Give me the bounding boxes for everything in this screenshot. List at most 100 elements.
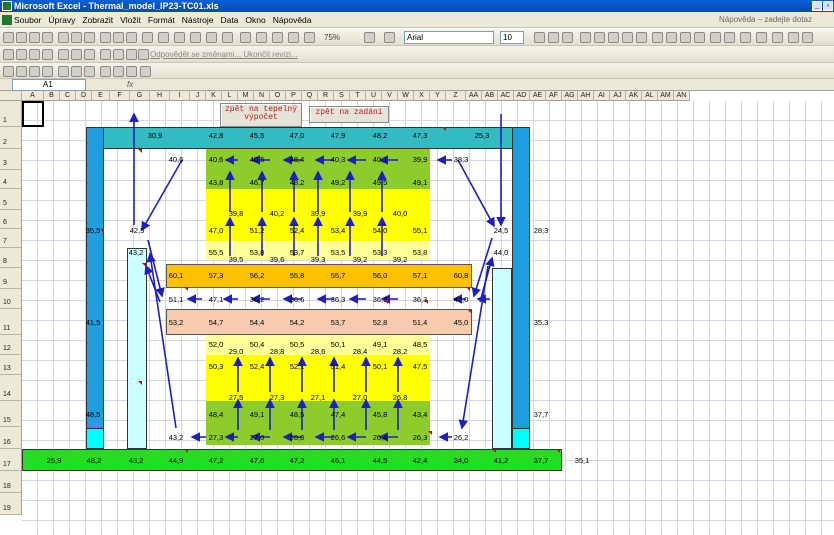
comment-indicator[interactable] — [492, 449, 496, 453]
cell-value[interactable]: 49,1 — [406, 178, 434, 187]
cell-value[interactable]: 26,2 — [447, 433, 475, 442]
cell-value[interactable]: 42,8 — [202, 131, 230, 140]
cell-value[interactable]: 54,0 — [366, 226, 394, 235]
cell-value[interactable]: 27,0 — [243, 433, 271, 442]
cell-value[interactable]: 26,4 — [366, 433, 394, 442]
cell-value[interactable]: 39,2 — [386, 255, 414, 264]
comment-indicator[interactable] — [138, 149, 142, 153]
cell-value[interactable]: 39,8 — [222, 209, 250, 218]
cell-value[interactable]: 26,8 — [283, 433, 311, 442]
cell-value[interactable]: 27,0 — [346, 393, 374, 402]
cell-value[interactable]: 56,2 — [243, 271, 271, 280]
cell-value[interactable]: 28,2 — [386, 347, 414, 356]
cell-value[interactable]: 55,7 — [324, 271, 352, 280]
cell-value[interactable]: 25,9 — [40, 456, 68, 465]
cell-value[interactable]: 42,5 — [123, 226, 151, 235]
cell-value[interactable]: 57,1 — [406, 271, 434, 280]
cell-value[interactable]: 40,1 — [366, 155, 394, 164]
cell-value[interactable]: 38,3 — [447, 155, 475, 164]
cell-value[interactable]: 41,2 — [487, 456, 515, 465]
cell-value[interactable]: 51,4 — [406, 318, 434, 327]
cell-value[interactable]: 40,2 — [263, 209, 291, 218]
cell-value[interactable]: 54,2 — [283, 318, 311, 327]
cell-value[interactable]: 27,3 — [263, 393, 291, 402]
cell-value[interactable]: 35,3 — [527, 318, 555, 327]
cell-value[interactable]: 24,5 — [487, 226, 515, 235]
cell-value[interactable]: 53,2 — [162, 318, 190, 327]
cell-value[interactable]: 43,4 — [406, 410, 434, 419]
cell-value[interactable]: 55,8 — [283, 271, 311, 280]
comment-indicator[interactable] — [468, 310, 472, 314]
comment-indicator[interactable] — [142, 263, 146, 267]
cell-value[interactable]: 60,1 — [162, 271, 190, 280]
cell-value[interactable]: 42,4 — [406, 456, 434, 465]
cell-value[interactable]: 47,3 — [406, 131, 434, 140]
cell-value[interactable]: 39,6 — [263, 255, 291, 264]
cell-value[interactable]: 43,2 — [122, 456, 150, 465]
cell-value[interactable]: 49,1 — [243, 410, 271, 419]
cell-value[interactable]: 51,1 — [162, 295, 190, 304]
comment-indicator[interactable] — [184, 287, 188, 291]
cell-value[interactable]: 29,0 — [222, 347, 250, 356]
cell-value[interactable]: 45,8 — [366, 410, 394, 419]
cell-value[interactable]: 27,3 — [202, 433, 230, 442]
cell-value[interactable]: 30,9 — [141, 131, 169, 140]
cell-value[interactable]: 37,7 — [527, 410, 555, 419]
cell-value[interactable]: 44,5 — [366, 456, 394, 465]
cell-value[interactable]: 34,0 — [447, 456, 475, 465]
cell-value[interactable]: 48,2 — [283, 178, 311, 187]
comment-indicator[interactable] — [384, 300, 388, 304]
cell-value[interactable]: 50,3 — [202, 362, 230, 371]
cell-value[interactable]: 39,9 — [406, 155, 434, 164]
cell-value[interactable]: 47,0 — [202, 226, 230, 235]
cell-value[interactable]: 47,9 — [324, 131, 352, 140]
cell-value[interactable]: 43,8 — [202, 178, 230, 187]
cell-value[interactable]: 48,2 — [366, 131, 394, 140]
cell-value[interactable]: 48,4 — [202, 410, 230, 419]
cell-value[interactable]: 28,3 — [527, 226, 555, 235]
cell-value[interactable]: 47,4 — [324, 410, 352, 419]
cell-value[interactable]: 40,3 — [324, 155, 352, 164]
cell-value[interactable]: 47,2 — [283, 456, 311, 465]
cell-value[interactable]: 44,0 — [487, 248, 515, 257]
cell-value[interactable]: 47,2 — [202, 456, 230, 465]
cell-value[interactable]: 27,5 — [222, 393, 250, 402]
comment-indicator[interactable] — [428, 431, 432, 435]
cell-value[interactable]: 27,1 — [304, 393, 332, 402]
cell-value[interactable]: 57,3 — [202, 271, 230, 280]
cell-value[interactable]: 36,6 — [283, 295, 311, 304]
cell-value[interactable]: 46,1 — [324, 456, 352, 465]
cell-value[interactable]: 25,3 — [468, 131, 496, 140]
comment-indicator[interactable] — [100, 229, 104, 233]
comment-indicator[interactable] — [138, 381, 142, 385]
cell-value[interactable]: 40,6 — [162, 155, 190, 164]
cell-value[interactable]: 48,5 — [283, 410, 311, 419]
cell-value[interactable]: 36,3 — [324, 295, 352, 304]
cell-value[interactable]: 52,8 — [366, 318, 394, 327]
cell-value[interactable]: 56,0 — [366, 271, 394, 280]
cell-value[interactable]: 39,5 — [222, 255, 250, 264]
cell-value[interactable]: 53,7 — [324, 318, 352, 327]
cell-value[interactable]: 50,1 — [366, 362, 394, 371]
cell-value[interactable]: 53,4 — [324, 226, 352, 235]
cell-value[interactable]: 39,3 — [304, 255, 332, 264]
cell-value[interactable]: 28,4 — [346, 347, 374, 356]
cell-value[interactable]: 26,6 — [324, 433, 352, 442]
cell-value[interactable]: 28,6 — [304, 347, 332, 356]
cell-value[interactable]: 55,1 — [406, 226, 434, 235]
cell-value[interactable]: 52,4 — [283, 226, 311, 235]
cell-value[interactable]: 52,4 — [243, 362, 271, 371]
cell-value[interactable]: 43,2 — [122, 248, 150, 257]
cell-value[interactable]: 48,4 — [283, 155, 311, 164]
comment-indicator[interactable] — [184, 449, 188, 453]
cell-value[interactable]: 52,1 — [283, 362, 311, 371]
cell-value[interactable]: 35,1 — [568, 456, 596, 465]
cell-value[interactable]: 26,8 — [386, 393, 414, 402]
cell-value[interactable]: 51,2 — [243, 226, 271, 235]
comment-indicator[interactable] — [424, 300, 428, 304]
cell-value[interactable]: 60,8 — [447, 271, 475, 280]
cell-value[interactable]: 49,2 — [324, 178, 352, 187]
cell-value[interactable]: 44,9 — [162, 456, 190, 465]
cell-value[interactable]: 46,7 — [243, 178, 271, 187]
comment-indicator[interactable] — [556, 449, 560, 453]
